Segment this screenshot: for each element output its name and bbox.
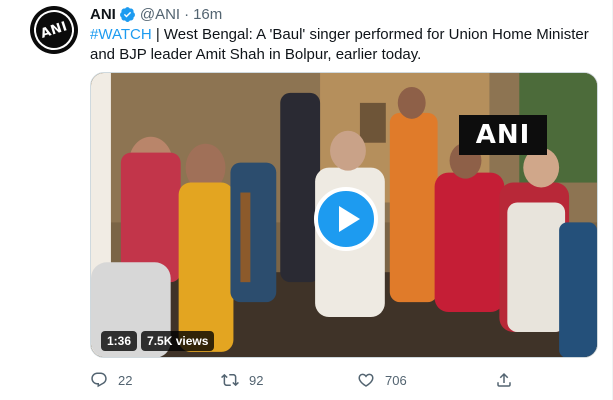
- hashtag-link[interactable]: #WATCH: [90, 26, 152, 43]
- tweet-header: ANI @ANI · 16m: [90, 4, 222, 24]
- video-duration: 1:36: [101, 331, 138, 351]
- like-count: 706: [385, 372, 407, 388]
- timestamp[interactable]: 16m: [193, 6, 222, 23]
- video-player[interactable]: ANI 1:36 7.5K views: [90, 72, 598, 358]
- retweet-button[interactable]: 92: [221, 371, 263, 389]
- tweet-text: #WATCH | West Bengal: A 'Baul' singer pe…: [90, 25, 595, 65]
- heart-icon: [358, 373, 374, 387]
- display-name[interactable]: ANI: [90, 6, 116, 23]
- ani-logo: ANI: [30, 6, 78, 54]
- reply-count: 22: [118, 372, 133, 388]
- verified-badge-icon: [119, 6, 135, 22]
- retweet-count: 92: [249, 372, 264, 388]
- like-button[interactable]: 706: [357, 371, 407, 389]
- reply-button[interactable]: 22: [90, 371, 132, 389]
- separator-dot: ·: [184, 5, 190, 23]
- tweet-actions: 22 92 706: [90, 371, 520, 391]
- share-icon: [497, 372, 511, 387]
- author-handle[interactable]: @ANI: [140, 6, 180, 23]
- reply-icon: [91, 372, 107, 388]
- ani-watermark: ANI: [459, 115, 547, 155]
- share-button[interactable]: [495, 371, 513, 389]
- tweet[interactable]: ANI ANI @ANI · 16m #WATCH | West Bengal:…: [0, 0, 613, 400]
- avatar-logo-text: ANI: [38, 18, 70, 42]
- tweet-body: | West Bengal: A 'Baul' singer performed…: [90, 26, 589, 63]
- play-button[interactable]: [314, 187, 378, 251]
- avatar[interactable]: ANI: [30, 6, 78, 54]
- video-meta: 1:36 7.5K views: [101, 331, 215, 351]
- retweet-icon: [221, 373, 239, 387]
- view-count: 7.5K views: [141, 331, 215, 351]
- play-icon: [338, 206, 360, 232]
